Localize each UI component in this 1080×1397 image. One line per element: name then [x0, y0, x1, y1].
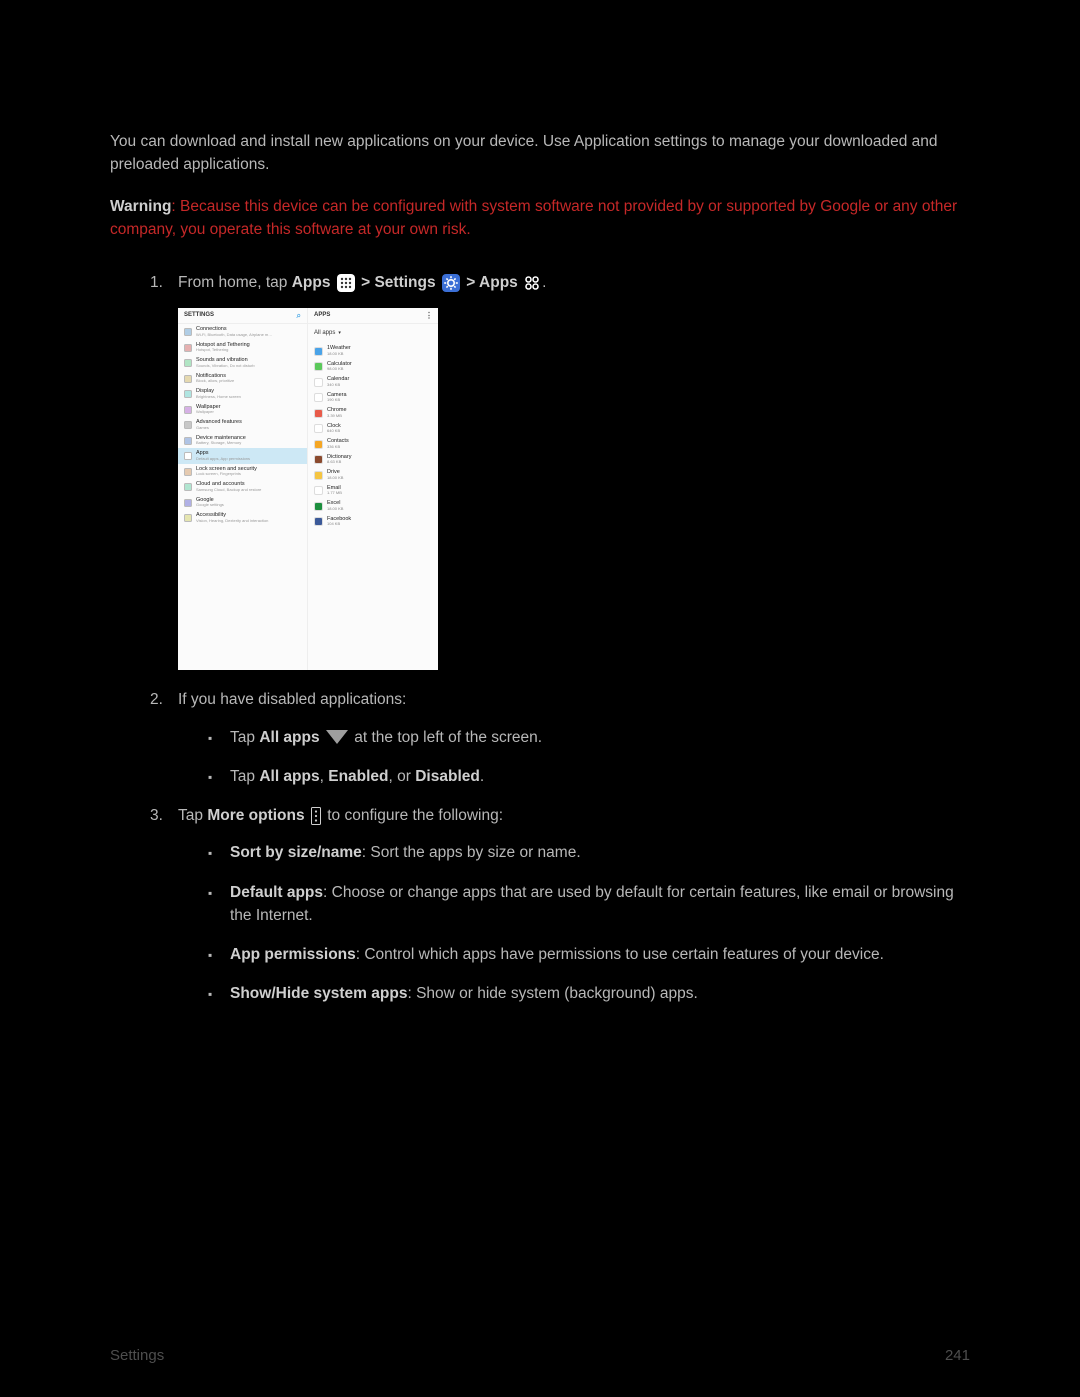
- app-row: Contacts336 KB: [308, 436, 438, 452]
- device-screenshot: SETTINGS ⌕ ConnectionsWi-Fi, Bluetooth, D…: [178, 308, 438, 670]
- more-options-icon: [311, 807, 321, 825]
- steps-list: From home, tap Apps > Settings > Apps . …: [110, 271, 970, 1006]
- app-row: Email1.77 MB: [308, 483, 438, 499]
- screenshot-settings-header: SETTINGS: [184, 311, 214, 320]
- settings-row: Lock screen and securityLock screen, Fin…: [178, 464, 307, 480]
- app-row: Facebook104 KB: [308, 514, 438, 530]
- app-row: Clock640 KB: [308, 421, 438, 437]
- app-row: 1Weather18.00 KB: [308, 343, 438, 359]
- apps-filter: All apps: [308, 324, 438, 343]
- step1-apps2: Apps: [479, 274, 518, 291]
- intro-text: You can download and install new applica…: [110, 130, 970, 177]
- settings-row: AccessibilityVision, Hearing, Dexterity …: [178, 510, 307, 526]
- settings-list-container: ConnectionsWi-Fi, Bluetooth, Data usage,…: [178, 324, 307, 526]
- step3-bullet-2: Default apps: Choose or change apps that…: [208, 881, 970, 928]
- app-row: Calculator98.00 KB: [308, 359, 438, 375]
- page-footer: Settings 241: [110, 1345, 970, 1368]
- settings-row: AppsDefault apps, App permissions: [178, 448, 307, 464]
- step1-apps1: Apps: [292, 274, 331, 291]
- screenshot-settings-pane: SETTINGS ⌕ ConnectionsWi-Fi, Bluetooth, D…: [178, 308, 308, 670]
- step2-bullet-2: Tap All apps, Enabled, or Disabled.: [208, 765, 970, 788]
- settings-row: Device maintenanceBattery, Storage, Memo…: [178, 433, 307, 449]
- app-row: Camera190 KB: [308, 390, 438, 406]
- settings-row: Hotspot and TetheringHotspot, Tethering: [178, 340, 307, 356]
- step1-settings: Settings: [374, 274, 435, 291]
- app-row: Calendar340 KB: [308, 374, 438, 390]
- step-3: Tap More options to configure the follow…: [150, 804, 970, 1006]
- settings-row: DisplayBrightness, Home screen: [178, 386, 307, 402]
- warning-label: Warning: [110, 198, 171, 215]
- warning-body: : Because this device can be configured …: [110, 198, 957, 238]
- step1-suffix: .: [542, 274, 546, 291]
- more-dots-icon: ⋮: [425, 310, 432, 322]
- settings-gear-icon: [442, 274, 460, 292]
- app-row: Chrome3.39 MB: [308, 405, 438, 421]
- settings-row: GoogleGoogle settings: [178, 495, 307, 511]
- app-row: Dictionary8.63 KB: [308, 452, 438, 468]
- settings-row: NotificationsBlock, allow, prioritize: [178, 371, 307, 387]
- settings-row: Cloud and accountsSamsung Cloud, Backup …: [178, 479, 307, 495]
- step2-text: If you have disabled applications:: [178, 691, 406, 708]
- step3-bullet-3: App permissions: Control which apps have…: [208, 943, 970, 966]
- apps-grid-icon: [337, 274, 355, 292]
- settings-row: Advanced featuresGames: [178, 417, 307, 433]
- step-2: If you have disabled applications: Tap A…: [150, 688, 970, 788]
- warning-text: Warning: Because this device can be conf…: [110, 195, 970, 242]
- step1-prefix: From home, tap: [178, 274, 292, 291]
- step3-bullet-4: Show/Hide system apps: Show or hide syst…: [208, 982, 970, 1005]
- step3-bullet-1: Sort by size/name: Sort the apps by size…: [208, 841, 970, 864]
- step2-bullet-1: Tap All apps at the top left of the scre…: [208, 726, 970, 749]
- apps-four-circles-icon: [524, 275, 540, 291]
- step1-sep2: >: [466, 274, 479, 291]
- footer-page-number: 241: [945, 1345, 970, 1368]
- settings-row: WallpaperWallpaper: [178, 402, 307, 418]
- screenshot-apps-pane: APPS ⋮ All apps 1Weather18.00 KBCalculato…: [308, 308, 438, 670]
- screenshot-apps-header: APPS: [314, 311, 330, 320]
- step-1: From home, tap Apps > Settings > Apps . …: [150, 271, 970, 670]
- settings-row: ConnectionsWi-Fi, Bluetooth, Data usage,…: [178, 324, 307, 340]
- search-icon: ⌕: [297, 310, 301, 322]
- app-row: Drive18.00 KB: [308, 467, 438, 483]
- app-row: Excel18.00 KB: [308, 498, 438, 514]
- footer-section: Settings: [110, 1345, 164, 1368]
- dropdown-chevron-icon: [326, 730, 348, 744]
- apps-list-container: 1Weather18.00 KBCalculator98.00 KBCalend…: [308, 343, 438, 529]
- step1-sep1: >: [361, 274, 374, 291]
- settings-row: Sounds and vibrationSounds, Vibration, D…: [178, 355, 307, 371]
